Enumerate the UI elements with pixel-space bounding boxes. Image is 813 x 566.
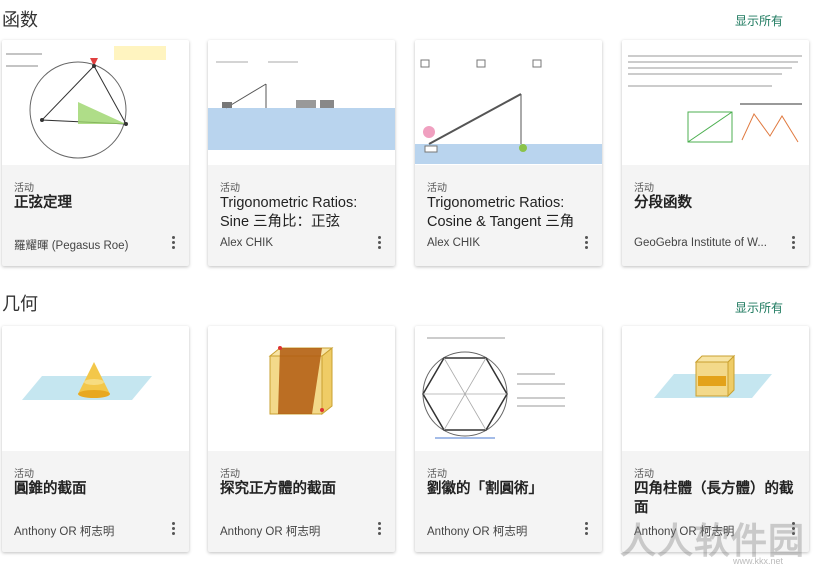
more-options-icon[interactable] <box>791 236 797 252</box>
activity-card[interactable]: 活动 Trigonometric Ratios: Cosine & Tangen… <box>415 40 602 266</box>
card-author[interactable]: Anthony OR 柯志明 <box>427 523 577 539</box>
activity-card[interactable]: 活动 Trigonometric Ratios: Sine 三角比：正弦 Ale… <box>208 40 395 266</box>
thumbnail <box>2 40 189 165</box>
card-type: 活动 <box>14 183 34 194</box>
card-type: 活动 <box>220 183 240 194</box>
activity-card[interactable]: 活动 分段函数 GeoGebra Institute of W... <box>622 40 809 266</box>
card-type: 活动 <box>427 183 447 194</box>
more-options-icon[interactable] <box>584 522 590 538</box>
card-author[interactable]: 羅耀暉 (Pegasus Roe) <box>14 237 164 253</box>
activity-card[interactable]: 活动 正弦定理 羅耀暉 (Pegasus Roe) <box>2 40 189 266</box>
card-author[interactable]: Anthony OR 柯志明 <box>220 523 370 539</box>
section-title-geometry: 几何 <box>2 294 38 314</box>
card-title[interactable]: 探究正方體的截面 <box>220 480 388 499</box>
more-options-icon[interactable] <box>171 236 177 252</box>
thumbnail <box>208 40 395 165</box>
show-all-link-functions[interactable]: 显示所有 <box>735 12 783 29</box>
activity-card[interactable]: 活动 圓錐的截面 Anthony OR 柯志明 <box>2 326 189 552</box>
card-type: 活动 <box>14 469 34 480</box>
more-options-icon[interactable] <box>377 522 383 538</box>
card-title[interactable]: Trigonometric Ratios: Cosine & Tangent 三… <box>427 194 595 232</box>
activity-card[interactable]: 活动 探究正方體的截面 Anthony OR 柯志明 <box>208 326 395 552</box>
card-author[interactable]: Alex CHIK <box>427 237 577 249</box>
card-title[interactable]: 分段函数 <box>634 194 802 213</box>
more-options-icon[interactable] <box>377 236 383 252</box>
thumbnail <box>2 326 189 451</box>
watermark-url: www.kkx.net <box>732 556 783 566</box>
show-all-link-geometry[interactable]: 显示所有 <box>735 299 783 316</box>
card-type: 活动 <box>427 469 447 480</box>
card-author[interactable]: Anthony OR 柯志明 <box>14 523 164 539</box>
card-type: 活动 <box>634 469 654 480</box>
more-options-icon[interactable] <box>171 522 177 538</box>
thumbnail <box>415 326 602 451</box>
card-type: 活动 <box>634 183 654 194</box>
card-title[interactable]: 正弦定理 <box>14 194 182 213</box>
card-type: 活动 <box>220 469 240 480</box>
card-author[interactable]: GeoGebra Institute of W... <box>634 237 784 249</box>
card-title[interactable]: 劉徽的「割圓術」 <box>427 480 595 499</box>
card-title[interactable]: 圓錐的截面 <box>14 480 182 499</box>
more-options-icon[interactable] <box>584 236 590 252</box>
card-author[interactable]: Alex CHIK <box>220 237 370 249</box>
section-title-functions: 函数 <box>2 10 38 30</box>
thumbnail <box>622 326 809 451</box>
thumbnail <box>622 40 809 165</box>
activity-card[interactable]: 活动 劉徽的「割圓術」 Anthony OR 柯志明 <box>415 326 602 552</box>
card-title[interactable]: Trigonometric Ratios: Sine 三角比：正弦 <box>220 194 388 232</box>
thumbnail <box>415 40 602 165</box>
thumbnail <box>208 326 395 451</box>
